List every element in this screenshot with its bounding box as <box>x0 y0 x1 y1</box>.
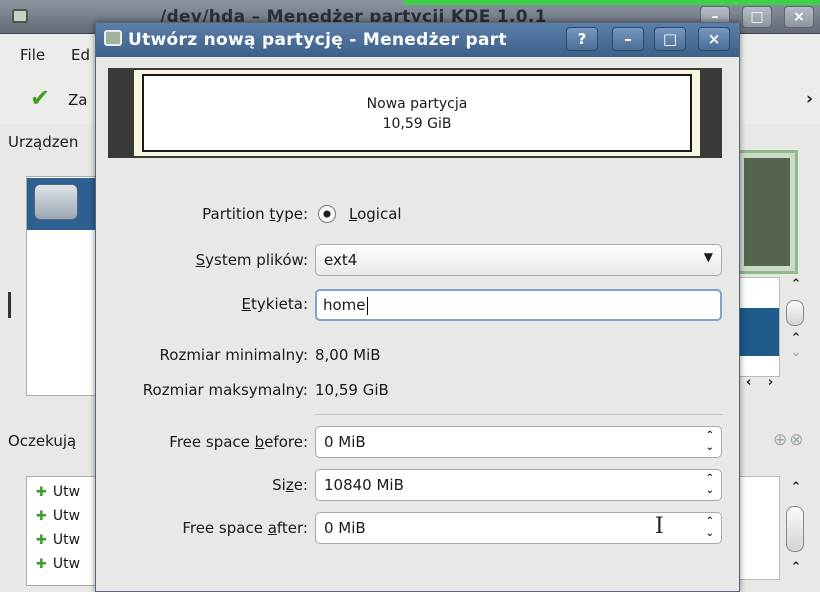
list-item[interactable]: ✚ Utw <box>36 484 80 500</box>
text-caret <box>366 296 368 315</box>
menu-edit[interactable]: Ed <box>71 46 90 64</box>
filesystem-select[interactable]: ext4 ▼ <box>315 244 722 276</box>
spin-arrows-icon[interactable]: ⌃ ⌄ <box>706 430 714 454</box>
spin-arrows-icon[interactable]: ⌃ ⌄ <box>706 473 714 497</box>
form-divider <box>315 414 723 415</box>
splitter-handle[interactable] <box>8 292 11 318</box>
mouse-ibeam-cursor-icon: I <box>655 514 664 539</box>
new-partition-icon: ✚ <box>36 485 47 500</box>
label-input[interactable]: home <box>315 289 722 321</box>
size-spinbox[interactable]: 10840 MiB ⌃ ⌄ <box>315 469 722 501</box>
pending-details-panel <box>736 476 780 580</box>
new-partition-icon: ✚ <box>36 557 47 572</box>
logical-radio[interactable] <box>318 205 336 223</box>
scroll-up-icon-bottom[interactable]: ⌃ <box>782 560 810 575</box>
chevron-down-icon: ▼ <box>703 250 713 264</box>
dialog-maximize-button[interactable]: □ <box>654 27 686 51</box>
dialog-minimize-button[interactable]: – <box>612 27 644 51</box>
apply-button-label[interactable]: Za <box>68 91 87 109</box>
filesystem-value: ext4 <box>324 251 358 269</box>
spin-arrows-icon[interactable]: ⌃ ⌄ <box>706 516 714 540</box>
devices-panel-title: Urządzen <box>8 133 79 151</box>
scroll-down-icon[interactable]: ⌄ <box>782 345 810 360</box>
app-icon <box>12 9 28 23</box>
list-item[interactable]: ✚ Utw <box>36 532 80 548</box>
preview-partition-name: Nowa partycja <box>366 96 468 112</box>
panel-float-close-icons[interactable]: ⊕⊗ <box>773 430 806 450</box>
scroll-up-icon-2[interactable]: ⌃ <box>782 331 810 346</box>
size-value: 10840 MiB <box>324 476 404 494</box>
main-maximize-button[interactable]: □ <box>742 6 772 28</box>
partition-table-selected-row[interactable] <box>737 308 779 356</box>
label-field-label: Etykieta: <box>241 295 308 313</box>
free-before-spinbox[interactable]: 0 MiB ⌃ ⌄ <box>315 426 722 458</box>
menu-file[interactable]: File <box>20 46 45 64</box>
partition-type-label: Partition type: <box>202 205 308 223</box>
max-size-value: 10,59 GiB <box>315 381 389 399</box>
main-close-button[interactable]: × <box>784 6 814 28</box>
scroll-up-icon[interactable]: ⌃ <box>782 277 810 292</box>
list-item[interactable]: ✚ Utw <box>36 556 80 572</box>
free-before-label: Free space before: <box>169 433 308 451</box>
free-after-value: 0 MiB <box>324 519 366 537</box>
logical-radio-label[interactable]: Logical <box>349 205 402 223</box>
scroll-handle[interactable] <box>786 300 804 326</box>
pending-operations-title: Oczekują <box>8 432 77 450</box>
new-partition-icon: ✚ <box>36 533 47 548</box>
help-button[interactable]: ? <box>566 27 598 51</box>
filesystem-label: System plików: <box>195 251 308 269</box>
max-size-label: Rozmiar maksymalny: <box>142 381 308 399</box>
preview-partition-size: 10,59 GiB <box>382 116 452 132</box>
free-before-value: 0 MiB <box>324 433 366 451</box>
label-input-value: home <box>323 296 366 314</box>
partition-table-scrollbar[interactable]: ⌃ ⌃ ⌄ <box>782 277 810 377</box>
dialog-close-button[interactable]: × <box>698 27 730 51</box>
hard-disk-icon <box>34 184 78 220</box>
scroll-up-icon[interactable]: ⌃ <box>782 480 810 495</box>
min-size-label: Rozmiar minimalny: <box>159 346 308 364</box>
size-label: Size: <box>272 476 308 494</box>
free-after-label: Free space after: <box>182 519 308 537</box>
partition-map-block[interactable] <box>744 158 790 266</box>
horizontal-scroll-arrows-icon[interactable]: ‹ › <box>746 375 779 390</box>
new-partition-block[interactable]: Nowa partycja 10,59 GiB <box>142 74 692 152</box>
list-item[interactable]: ✚ Utw <box>36 508 80 524</box>
min-size-value: 8,00 MiB <box>315 346 381 364</box>
toolbar-overflow-chevron-icon[interactable]: › <box>806 89 813 109</box>
partition-manager-icon <box>104 30 122 46</box>
apply-check-icon[interactable]: ✔ <box>30 86 50 110</box>
active-indicator-strip <box>404 0 820 5</box>
dialog-title: Utwórz nową partycję - Menedżer part <box>128 30 507 50</box>
pending-scroll-handle[interactable] <box>786 506 804 552</box>
new-partition-icon: ✚ <box>36 509 47 524</box>
